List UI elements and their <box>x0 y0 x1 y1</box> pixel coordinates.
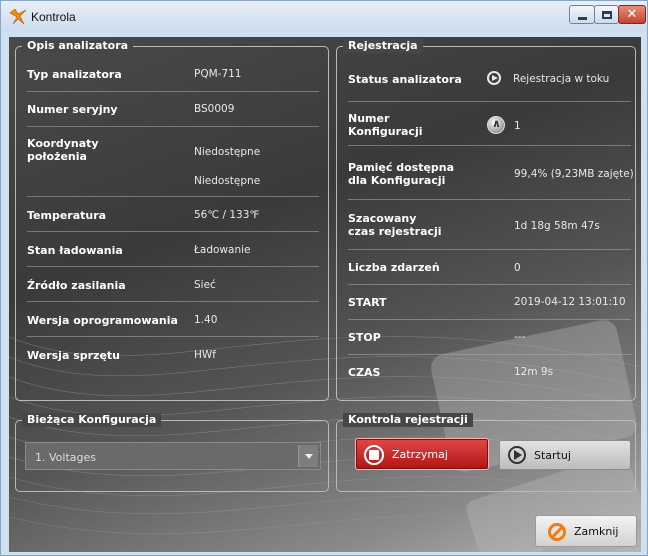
analyzer-info-group: Opis analizatora <box>15 39 329 401</box>
label-event-count: Liczba zdarzeń <box>348 261 440 274</box>
configuration-select-value: 1. Voltages <box>35 451 96 464</box>
value-stop: --- <box>514 331 526 343</box>
label-analyzer-type: Typ analizatora <box>27 68 122 81</box>
divider <box>348 354 631 355</box>
label-serial-number: Numer seryjny <box>27 103 118 116</box>
dialog-content: Opis analizatora Typ analizatora PQM-711… <box>9 37 641 552</box>
label-estimated-time: Szacowany czas rejestracji <box>348 212 442 238</box>
window-title: Kontrola <box>31 10 76 24</box>
divider <box>348 249 631 250</box>
value-analyzer-status: Rejestracja w toku <box>513 73 610 85</box>
divider <box>348 101 631 102</box>
value-event-count: 0 <box>514 262 521 274</box>
value-hardware-version: HWf <box>194 349 216 361</box>
value-coordinates-1: Niedostępne <box>194 146 261 158</box>
close-window-button[interactable]: ✕ <box>618 5 646 24</box>
label-software-version: Wersja oprogramowania <box>27 314 178 327</box>
label-duration: CZAS <box>348 366 381 379</box>
close-button[interactable]: Zamknij <box>535 515 637 547</box>
start-recording-button[interactable]: Startuj <box>499 440 631 470</box>
label-stop: STOP <box>348 331 381 344</box>
dialog-window: Kontrola ✕ Opis analizatora Typ analizat… <box>0 0 648 556</box>
configuration-select[interactable]: 1. Voltages <box>25 442 321 470</box>
divider <box>348 199 631 200</box>
value-temperature: 56℃ / 133℉ <box>194 209 260 221</box>
label-memory-available: Pamięć dostępna dla Konfiguracji <box>348 161 455 187</box>
label-power-source: Źródło zasilania <box>27 279 126 292</box>
analyzer-info-legend: Opis analizatora <box>22 39 134 53</box>
divider <box>348 319 631 320</box>
stop-icon <box>364 445 384 465</box>
close-button-label: Zamknij <box>574 525 619 538</box>
value-memory-available: 99,4% (9,23MB zajęte) <box>514 168 634 180</box>
divider <box>27 231 319 232</box>
value-config-number: 1 <box>514 120 521 132</box>
stop-button-label: Zatrzymaj <box>392 448 448 461</box>
play-icon <box>508 446 526 464</box>
divider <box>348 284 631 285</box>
maximize-button[interactable] <box>594 5 619 24</box>
label-charging-state: Stan ładowania <box>27 244 123 257</box>
configuration-icon <box>487 116 505 134</box>
value-duration: 12m 9s <box>514 366 554 378</box>
divider <box>27 196 319 197</box>
minimize-icon <box>577 16 587 20</box>
label-analyzer-status: Status analizatora <box>348 73 462 86</box>
stop-recording-button[interactable]: Zatrzymaj <box>355 438 489 470</box>
chevron-down-icon[interactable] <box>298 445 318 467</box>
divider <box>27 126 319 127</box>
value-start: 2019-04-12 13:01:10 <box>514 296 626 308</box>
divider <box>27 91 319 92</box>
label-hardware-version: Wersja sprzętu <box>27 349 120 362</box>
app-logo-icon <box>9 9 27 25</box>
label-temperature: Temperatura <box>27 209 107 222</box>
title-bar[interactable]: Kontrola ✕ <box>1 1 647 31</box>
value-charging-state: Ładowanie <box>194 244 251 256</box>
value-software-version: 1.40 <box>194 314 218 326</box>
maximize-icon <box>601 10 612 19</box>
cancel-icon <box>548 523 566 541</box>
start-button-label: Startuj <box>534 449 571 462</box>
recording-legend: Rejestracja <box>343 39 423 53</box>
value-serial-number: BS0009 <box>194 103 235 115</box>
value-analyzer-type: PQM-711 <box>194 68 242 80</box>
current-config-legend: Bieżąca Konfiguracja <box>22 413 162 427</box>
minimize-button[interactable] <box>569 5 595 24</box>
label-coordinates: Koordynaty położenia <box>27 137 99 163</box>
value-power-source: Sieć <box>194 279 216 291</box>
divider <box>27 336 319 337</box>
divider <box>348 145 631 146</box>
recording-control-legend: Kontrola rejestracji <box>343 413 473 427</box>
value-estimated-time: 1d 18g 58m 47s <box>514 220 600 232</box>
play-circle-icon <box>487 71 501 85</box>
value-coordinates-2: Niedostępne <box>194 175 261 187</box>
divider <box>27 301 319 302</box>
label-start: START <box>348 296 387 309</box>
divider <box>27 266 319 267</box>
close-icon: ✕ <box>626 7 638 22</box>
label-config-number: Numer Konfiguracji <box>348 112 423 138</box>
